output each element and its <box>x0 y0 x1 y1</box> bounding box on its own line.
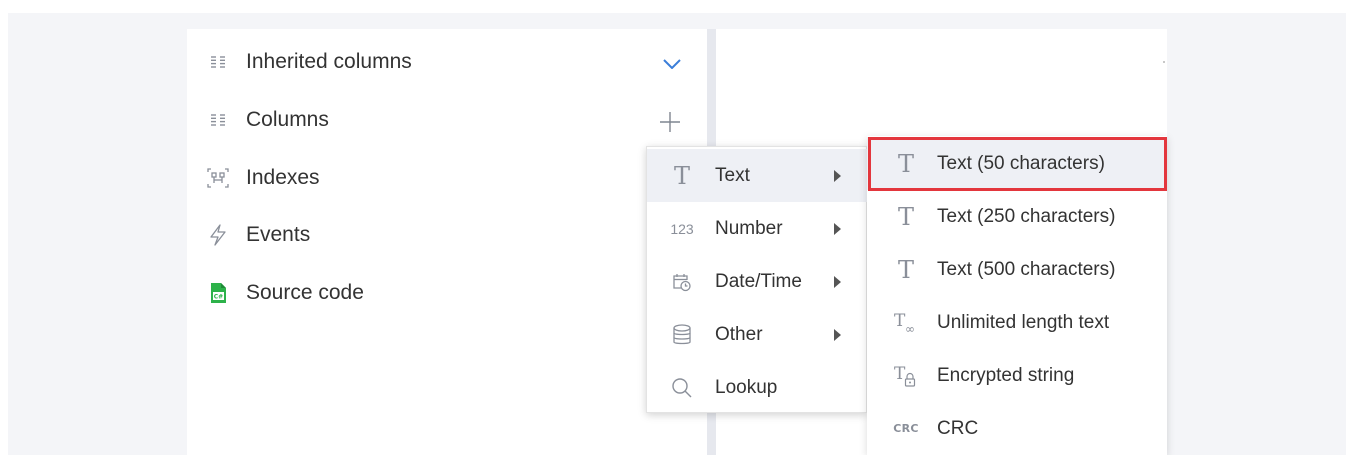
submenu-arrow-icon <box>834 169 841 182</box>
tree-item-columns[interactable]: Columns <box>207 105 329 135</box>
text-type-icon: T <box>897 149 914 178</box>
submenu-item-text-500[interactable]: T Text (500 characters) <box>867 243 1167 296</box>
menu-item-lookup[interactable]: Lookup <box>647 361 868 414</box>
number-type-icon: 123 <box>670 220 694 237</box>
submenu-item-crc[interactable]: CRC CRC <box>867 402 1167 455</box>
menu-item-date-time[interactable]: Date/Time <box>647 255 868 308</box>
submenu-arrow-icon <box>834 328 841 341</box>
database-icon <box>669 323 695 346</box>
text-type-submenu: T Text (50 characters) T Text (250 chara… <box>867 136 1167 455</box>
unlimited-text-icon: T ∞ <box>891 311 921 335</box>
submenu-item-text-50[interactable]: T Text (50 characters) <box>867 137 1167 190</box>
submenu-item-label: Text (500 characters) <box>937 258 1116 280</box>
expand-chevron-icon[interactable] <box>660 54 684 74</box>
indexes-icon <box>207 167 229 189</box>
tree-item-indexes[interactable]: Indexes <box>207 163 320 193</box>
lightning-icon <box>207 224 229 246</box>
menu-item-other[interactable]: Other <box>647 308 868 361</box>
text-type-icon: T <box>673 161 690 190</box>
submenu-arrow-icon <box>834 275 841 288</box>
tree-item-events[interactable]: Events <box>207 220 310 250</box>
svg-text:T: T <box>894 364 906 384</box>
svg-text:C#: C# <box>214 294 223 301</box>
submenu-item-label: Text (50 characters) <box>937 152 1105 174</box>
submenu-item-label: Text (250 characters) <box>937 205 1116 227</box>
submenu-item-label: Unlimited length text <box>937 311 1110 333</box>
columns-icon <box>207 51 229 73</box>
menu-item-label: Other <box>715 323 763 345</box>
submenu-arrow-icon <box>834 222 841 235</box>
menu-item-label: Number <box>715 217 783 239</box>
submenu-item-unlimited-text[interactable]: T ∞ Unlimited length text <box>867 296 1167 349</box>
menu-item-label: Text <box>715 164 750 186</box>
crc-icon: CRC <box>893 422 919 435</box>
tree-item-inherited-columns[interactable]: Inherited columns <box>207 47 412 77</box>
menu-item-number[interactable]: 123 Number <box>647 202 868 255</box>
tree-item-source-code[interactable]: C# Source code <box>207 278 364 308</box>
tree-item-label: Inherited columns <box>246 50 412 73</box>
encrypted-text-icon: T <box>891 364 921 388</box>
text-type-icon: T <box>897 255 914 284</box>
tree-item-label: Events <box>246 223 311 246</box>
columns-icon <box>207 109 229 131</box>
submenu-item-text-250[interactable]: T Text (250 characters) <box>867 190 1167 243</box>
tree-item-label: Source code <box>246 281 364 304</box>
source-code-icon: C# <box>207 282 229 304</box>
submenu-item-label: Encrypted string <box>937 364 1075 386</box>
search-icon <box>669 377 695 399</box>
menu-item-label: Lookup <box>715 376 778 398</box>
column-type-menu: T Text 123 Number Date/Time Other Lookup <box>646 146 868 414</box>
menu-item-text[interactable]: T Text <box>647 149 868 202</box>
submenu-item-label: CRC <box>937 417 979 439</box>
submenu-item-encrypted-string[interactable]: T Encrypted string <box>867 349 1167 402</box>
decorative-dot <box>1163 61 1165 63</box>
text-type-icon: T <box>897 202 914 231</box>
svg-text:∞: ∞ <box>905 322 915 335</box>
tree-item-label: Columns <box>246 108 329 131</box>
calendar-clock-icon <box>669 272 695 292</box>
add-column-plus-icon[interactable] <box>658 110 682 134</box>
tree-item-label: Indexes <box>246 166 320 189</box>
menu-item-label: Date/Time <box>715 270 802 292</box>
